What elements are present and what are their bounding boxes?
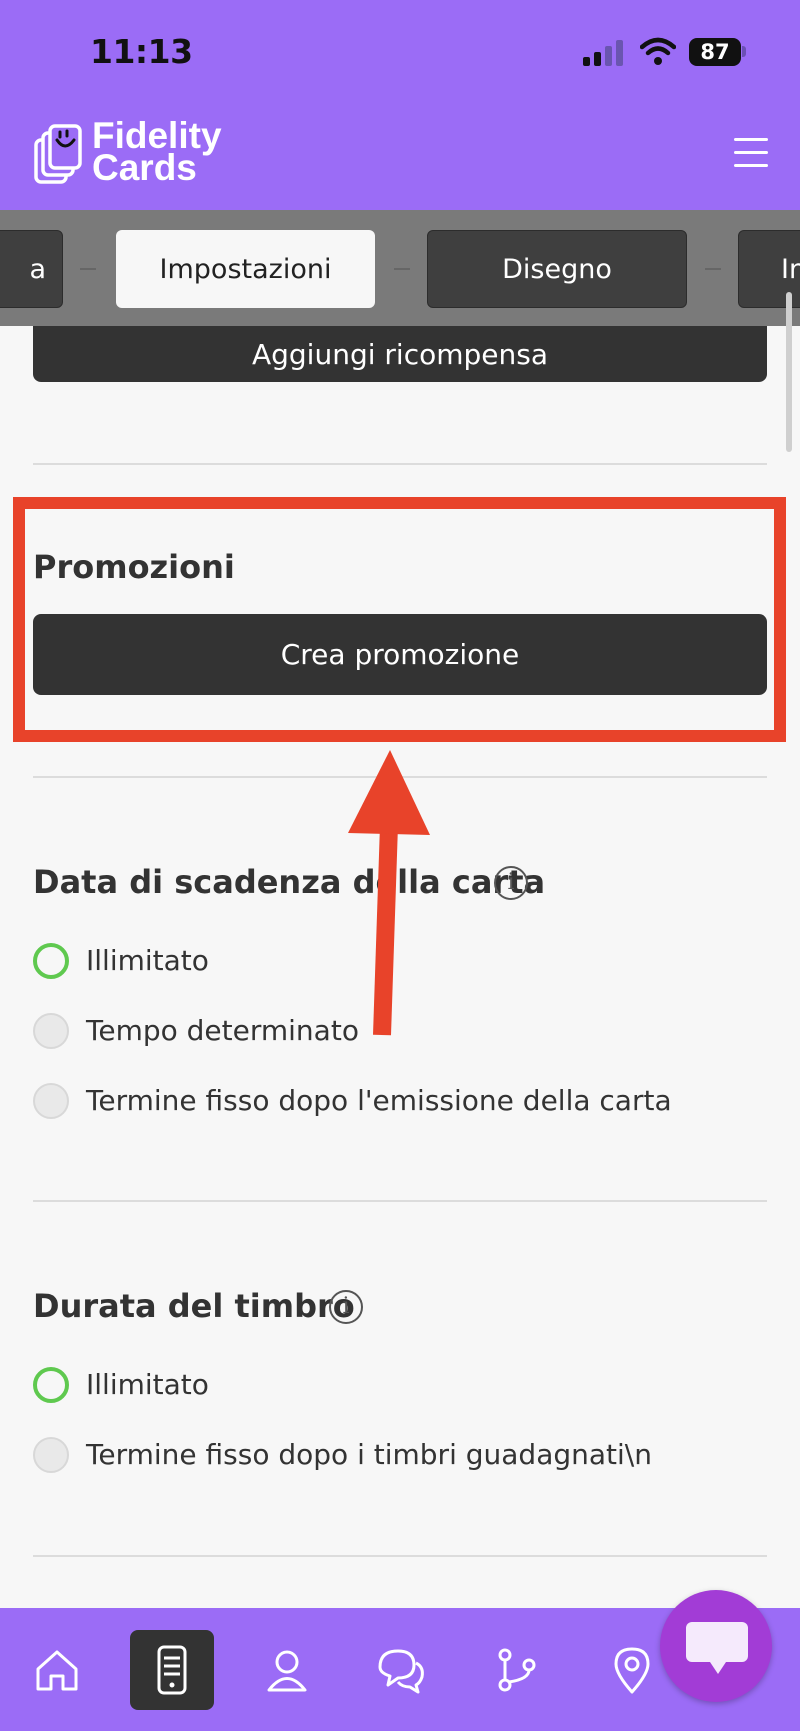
radio-stamp-fixed[interactable] bbox=[33, 1437, 69, 1473]
tab-connector bbox=[705, 268, 721, 270]
scrollbar[interactable] bbox=[786, 292, 792, 452]
card-expiry-title: Data di scadenza della carta bbox=[33, 863, 546, 901]
radio-fixed-after-issue[interactable] bbox=[33, 1083, 69, 1119]
radio-label: Illimitato bbox=[86, 944, 209, 977]
highlight-box bbox=[13, 497, 786, 742]
radio-label: Tempo determinato bbox=[86, 1014, 359, 1047]
chat-icon bbox=[378, 1649, 424, 1694]
annotation-arrow-icon bbox=[348, 750, 430, 1036]
nav-customers[interactable] bbox=[245, 1630, 329, 1710]
home-icon bbox=[36, 1650, 78, 1691]
users-icon bbox=[267, 1650, 307, 1692]
info-icon[interactable]: i bbox=[494, 866, 528, 900]
brand-line-2: Cards bbox=[92, 147, 197, 188]
nav-card[interactable] bbox=[130, 1630, 214, 1710]
tab-connector bbox=[80, 268, 96, 270]
location-pin-icon bbox=[614, 1647, 650, 1694]
tab-disegno[interactable]: Disegno bbox=[427, 230, 687, 308]
info-icon[interactable]: i bbox=[329, 1290, 363, 1324]
hamburger-menu-icon[interactable] bbox=[734, 138, 768, 168]
tab-impostazioni[interactable]: Impostazioni bbox=[116, 230, 375, 308]
radio-label: Termine fisso dopo l'emissione della car… bbox=[86, 1084, 672, 1117]
stamp-duration-title: Durata del timbro bbox=[33, 1287, 355, 1325]
radio-unlimited[interactable] bbox=[33, 943, 69, 979]
signal-icon bbox=[583, 40, 625, 66]
add-reward-button[interactable]: Aggiungi ricompensa bbox=[33, 326, 767, 382]
divider bbox=[33, 1200, 767, 1202]
nav-messages[interactable] bbox=[360, 1630, 444, 1710]
fidelity-cards-logo-icon bbox=[34, 124, 82, 184]
radio-fixed-time[interactable] bbox=[33, 1013, 69, 1049]
divider bbox=[33, 463, 767, 465]
radio-label: Illimitato bbox=[86, 1368, 209, 1401]
tab-connector bbox=[394, 268, 410, 270]
brand-name: Fidelity Cards bbox=[92, 117, 222, 188]
battery-tip bbox=[742, 46, 746, 57]
card-device-icon bbox=[157, 1645, 187, 1695]
app-header: 11:13 87 Fidelity Cards bbox=[0, 0, 800, 210]
battery-indicator: 87 bbox=[689, 38, 741, 66]
wifi-icon bbox=[640, 37, 676, 65]
support-chat-button[interactable] bbox=[660, 1590, 772, 1702]
radio-label: Termine fisso dopo i timbri guadagnati\n bbox=[86, 1438, 652, 1471]
divider bbox=[33, 1555, 767, 1557]
nav-home[interactable] bbox=[15, 1630, 99, 1710]
settings-tab-strip: a Impostazioni Disegno In bbox=[0, 210, 800, 326]
branch-icon bbox=[498, 1648, 536, 1692]
radio-stamp-unlimited[interactable] bbox=[33, 1367, 69, 1403]
tab-previous[interactable]: a bbox=[0, 230, 63, 308]
nav-integrations[interactable] bbox=[475, 1630, 559, 1710]
chat-bubble-icon bbox=[686, 1622, 748, 1674]
status-time: 11:13 bbox=[90, 32, 193, 71]
